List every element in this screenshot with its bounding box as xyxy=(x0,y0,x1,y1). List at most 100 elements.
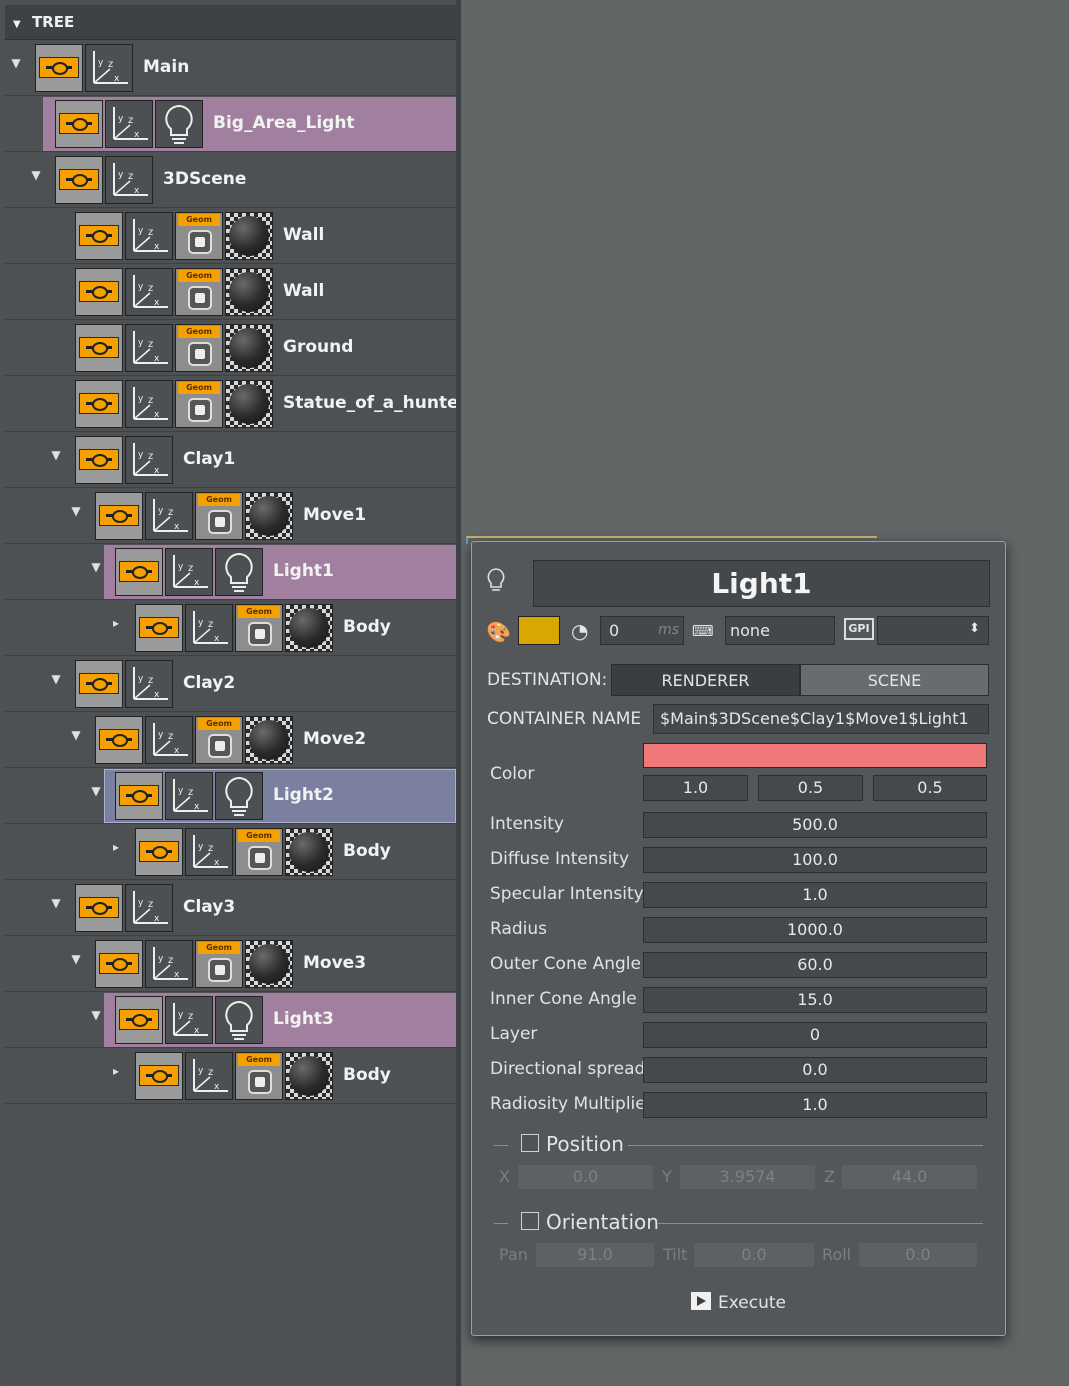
expand-toggle-icon[interactable]: ▼ xyxy=(9,56,23,70)
axes-icon[interactable]: yzx xyxy=(85,44,133,92)
container-icon[interactable] xyxy=(95,940,143,988)
container-icon[interactable] xyxy=(75,660,123,708)
container-icon[interactable] xyxy=(115,548,163,596)
material-icon[interactable] xyxy=(245,716,293,764)
property-value-field[interactable]: 0.0 xyxy=(643,1057,987,1083)
material-icon[interactable] xyxy=(225,268,273,316)
expand-toggle-icon[interactable]: ▼ xyxy=(89,560,103,574)
axes-icon[interactable]: yzx xyxy=(125,212,173,260)
tree-item-label[interactable]: Light1 xyxy=(273,561,334,581)
tree-row[interactable]: ▼ y z x Main xyxy=(5,41,456,96)
container-icon[interactable] xyxy=(95,492,143,540)
roll-field[interactable]: 0.0 xyxy=(859,1243,977,1267)
gpi-select[interactable]: ⬍ xyxy=(877,616,989,645)
axes-icon[interactable]: yzx xyxy=(125,268,173,316)
property-value-field[interactable]: 500.0 xyxy=(643,812,987,838)
tree-item-label[interactable]: Clay1 xyxy=(183,449,235,469)
tree-item-label[interactable]: Clay3 xyxy=(183,897,235,917)
material-icon[interactable] xyxy=(285,828,333,876)
tree-row[interactable]: y z x Geom Ground xyxy=(5,321,456,376)
execute-button[interactable]: Execute xyxy=(690,1290,786,1318)
collapse-arrow-icon[interactable]: ▼ xyxy=(13,19,21,30)
tree-row[interactable]: ▸ y z x Geom Body xyxy=(5,825,456,880)
geometry-icon[interactable]: Geom xyxy=(195,716,243,764)
bulb-icon[interactable] xyxy=(215,996,263,1044)
axes-icon[interactable]: yzx xyxy=(125,660,173,708)
container-icon[interactable] xyxy=(75,324,123,372)
axes-icon[interactable]: yzx xyxy=(185,604,233,652)
expand-toggle-icon[interactable]: ▸ xyxy=(109,616,123,630)
color-g-field[interactable]: 0.5 xyxy=(758,775,863,801)
axes-icon[interactable]: yzx xyxy=(125,884,173,932)
expand-toggle-icon[interactable]: ▼ xyxy=(89,784,103,798)
tree-header[interactable]: ▼ TREE xyxy=(5,5,456,40)
tree-item-label[interactable]: Statue_of_a_hunter xyxy=(283,393,467,413)
container-icon[interactable] xyxy=(135,828,183,876)
material-icon[interactable] xyxy=(285,1052,333,1100)
expand-toggle-icon[interactable]: ▼ xyxy=(69,728,83,742)
axes-icon[interactable]: yzx xyxy=(185,828,233,876)
tree-item-label[interactable]: Move3 xyxy=(303,953,366,973)
bulb-icon[interactable] xyxy=(215,772,263,820)
geometry-icon[interactable]: Geom xyxy=(175,268,223,316)
tree-row[interactable]: ▼ y z x 3DScene xyxy=(5,153,456,208)
geometry-icon[interactable]: Geom xyxy=(235,1052,283,1100)
tree-row[interactable]: ▼ y z x Light3 xyxy=(5,993,456,1048)
tree-item-label[interactable]: Move2 xyxy=(303,729,366,749)
position-checkbox[interactable] xyxy=(521,1134,539,1152)
tree-row[interactable]: ▼ y z x Clay1 xyxy=(5,433,456,488)
tree-item-label[interactable]: Body xyxy=(343,1065,391,1085)
tree-row[interactable]: ▸ y z x Geom Body xyxy=(5,601,456,656)
delay-input[interactable]: 0 ms xyxy=(600,616,684,645)
tree-row[interactable]: ▼ y z x Geom Move2 xyxy=(5,713,456,768)
tree-row[interactable]: y z x Geom Wall xyxy=(5,209,456,264)
orientation-checkbox[interactable] xyxy=(521,1212,539,1230)
expand-toggle-icon[interactable]: ▼ xyxy=(49,672,63,686)
color-swatch[interactable] xyxy=(518,616,560,645)
material-icon[interactable] xyxy=(225,324,273,372)
tree-row[interactable]: ▼ y z x Geom Move1 xyxy=(5,489,456,544)
tree-row[interactable]: ▼ y z x Geom Move3 xyxy=(5,937,456,992)
property-value-field[interactable]: 0 xyxy=(643,1022,987,1048)
axes-icon[interactable]: yzx xyxy=(125,324,173,372)
tree-item-label[interactable]: Wall xyxy=(283,225,324,245)
tree-row[interactable]: ▼ y z x Light2 xyxy=(5,769,456,824)
axes-icon[interactable]: yzx xyxy=(105,100,153,148)
position-x-field[interactable]: 0.0 xyxy=(518,1165,653,1189)
container-icon[interactable] xyxy=(135,604,183,652)
geometry-icon[interactable]: Geom xyxy=(175,380,223,428)
container-icon[interactable] xyxy=(75,268,123,316)
tree-row[interactable]: y z x Geom Wall xyxy=(5,265,456,320)
axes-icon[interactable]: yzx xyxy=(165,772,213,820)
tree-row[interactable]: ▼ y z x Clay2 xyxy=(5,657,456,712)
geometry-icon[interactable]: Geom xyxy=(175,324,223,372)
expand-toggle-icon[interactable]: ▸ xyxy=(109,1064,123,1078)
tree-item-label[interactable]: Big_Area_Light xyxy=(213,113,355,133)
material-icon[interactable] xyxy=(225,380,273,428)
bulb-icon[interactable] xyxy=(155,100,203,148)
axes-icon[interactable]: yzx xyxy=(145,716,193,764)
container-icon[interactable] xyxy=(75,212,123,260)
pan-field[interactable]: 91.0 xyxy=(536,1243,654,1267)
expand-toggle-icon[interactable]: ▼ xyxy=(29,168,43,182)
geometry-icon[interactable]: Geom xyxy=(195,492,243,540)
tree-item-label[interactable]: 3DScene xyxy=(163,169,246,189)
tree-row[interactable]: ▼ y z x Light1 xyxy=(5,545,456,600)
property-value-field[interactable]: 15.0 xyxy=(643,987,987,1013)
geometry-icon[interactable]: Geom xyxy=(175,212,223,260)
material-icon[interactable] xyxy=(245,940,293,988)
axes-icon[interactable]: yzx xyxy=(125,380,173,428)
material-icon[interactable] xyxy=(285,604,333,652)
tree-row[interactable]: y z x Geom Statue_of_a_hunter xyxy=(5,377,467,432)
property-value-field[interactable]: 1000.0 xyxy=(643,917,987,943)
color-b-field[interactable]: 0.5 xyxy=(873,775,987,801)
tilt-field[interactable]: 0.0 xyxy=(694,1243,814,1267)
position-z-field[interactable]: 44.0 xyxy=(842,1165,977,1189)
property-value-field[interactable]: 100.0 xyxy=(643,847,987,873)
axes-icon[interactable]: yzx xyxy=(165,548,213,596)
axes-icon[interactable]: yzx xyxy=(125,436,173,484)
tree-item-label[interactable]: Wall xyxy=(283,281,324,301)
container-icon[interactable] xyxy=(95,716,143,764)
axes-icon[interactable]: yzx xyxy=(165,996,213,1044)
property-value-field[interactable]: 1.0 xyxy=(643,1092,987,1118)
